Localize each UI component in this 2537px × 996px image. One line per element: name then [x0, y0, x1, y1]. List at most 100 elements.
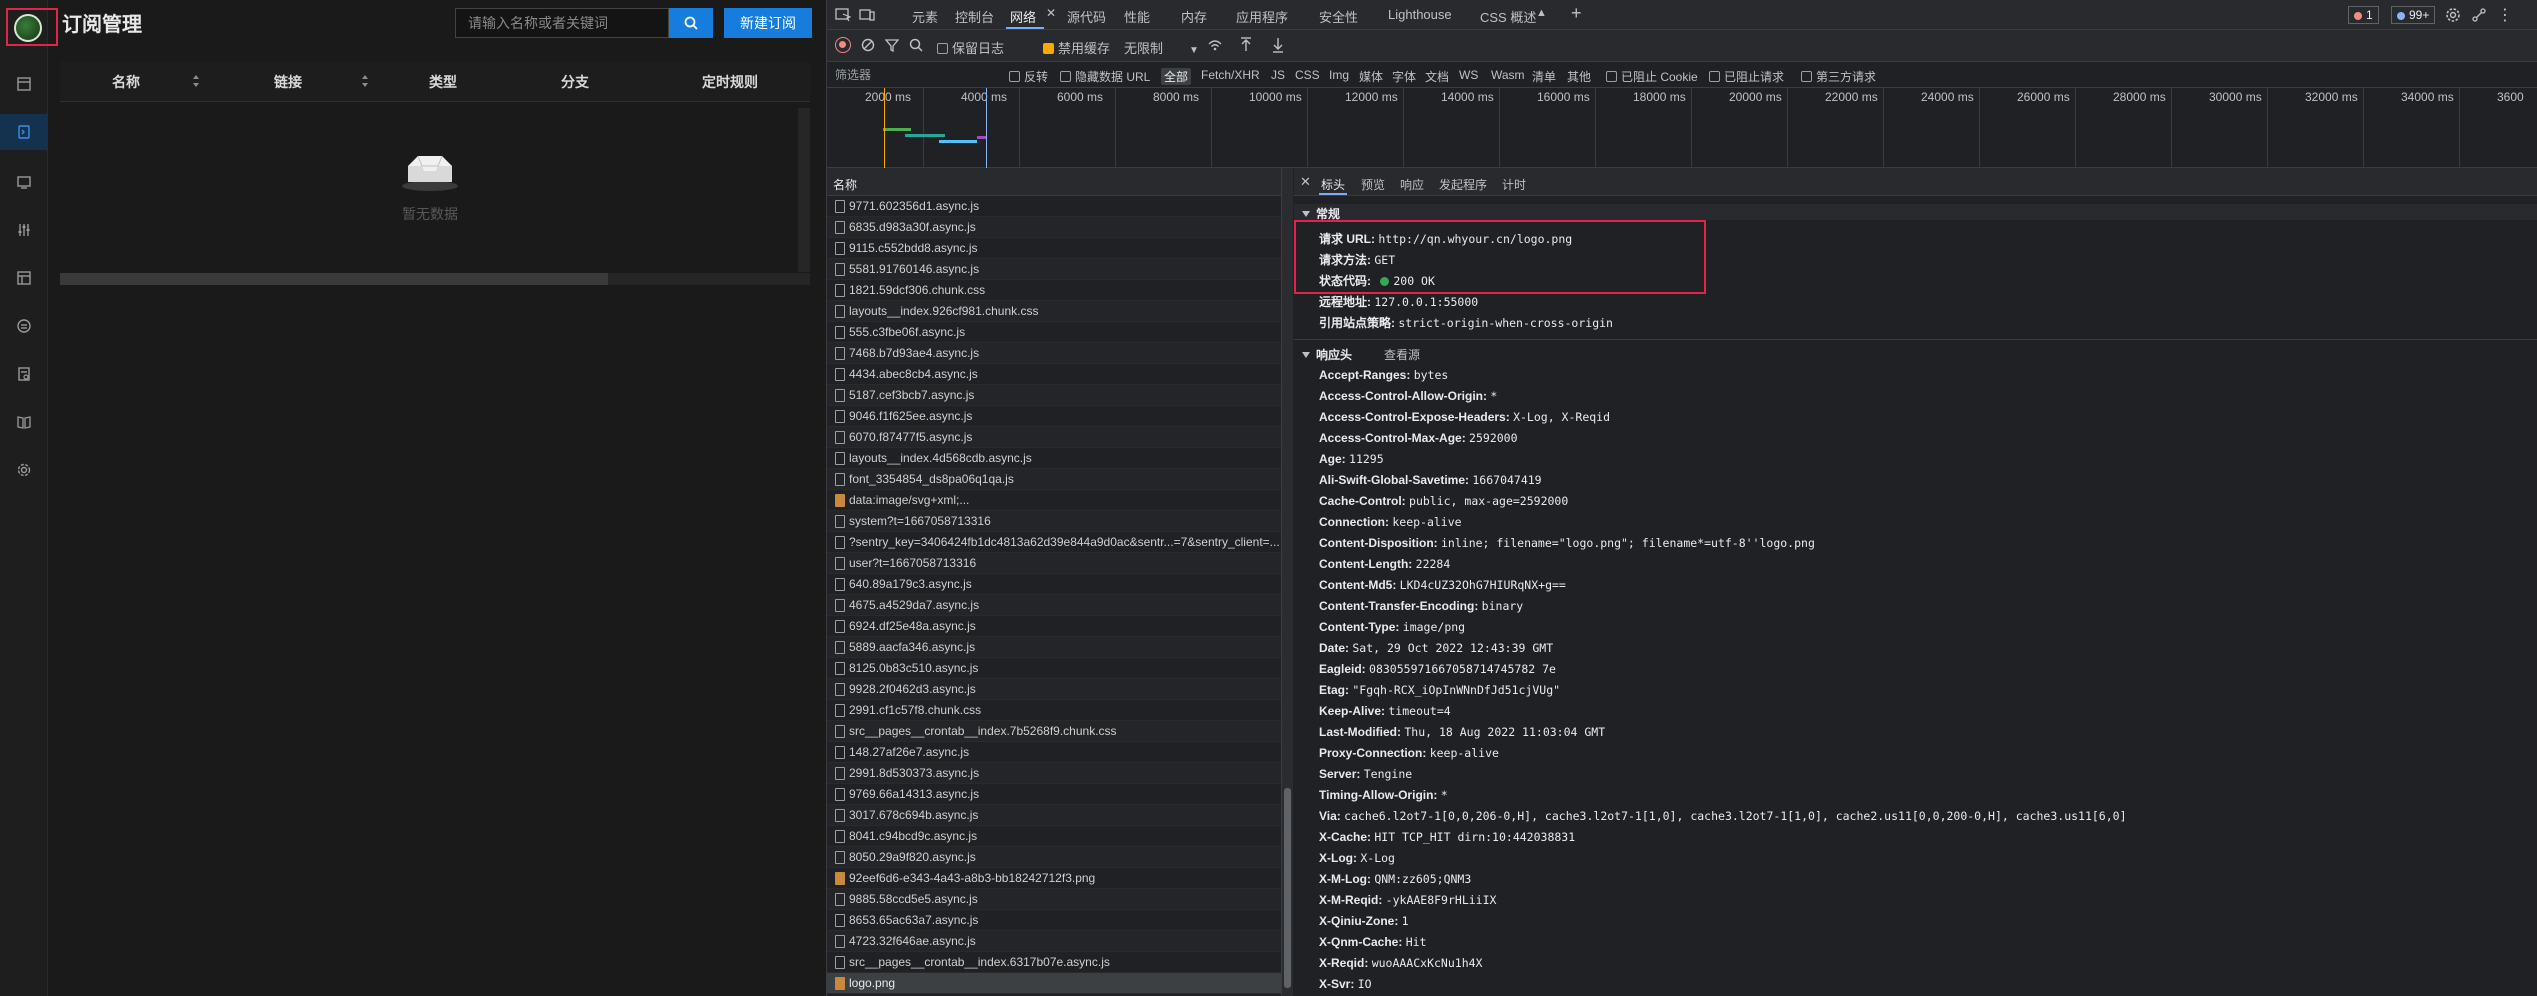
filter-type-manifest[interactable]: 清单: [1532, 68, 1556, 85]
third-party-checkbox[interactable]: 第三方请求: [1801, 68, 1876, 85]
filter-type-fetch[interactable]: Fetch/XHR: [1201, 68, 1260, 82]
tab-response[interactable]: 响应: [1400, 176, 1424, 193]
request-row[interactable]: 5187.cef3bcb7.async.js: [827, 385, 1281, 406]
gear-icon[interactable]: [2445, 7, 2461, 23]
request-row[interactable]: 1821.59dcf306.chunk.css: [827, 280, 1281, 301]
tab-performance[interactable]: 性能: [1124, 7, 1150, 26]
filter-type-img[interactable]: Img: [1329, 68, 1349, 82]
issue-count-badge[interactable]: 99+: [2391, 6, 2436, 24]
filter-type-font[interactable]: 字体: [1392, 68, 1416, 85]
preserve-log-checkbox[interactable]: 保留日志: [937, 38, 1004, 57]
sort-icon[interactable]: [192, 74, 200, 88]
nav-settings-icon[interactable]: [0, 452, 48, 488]
device-toolbar-icon[interactable]: [859, 7, 875, 23]
filter-type-other[interactable]: 其他: [1567, 68, 1591, 85]
import-har-icon[interactable]: [1239, 37, 1253, 53]
inspect-element-icon[interactable]: [835, 8, 851, 22]
request-row[interactable]: 3017.678c694b.async.js: [827, 805, 1281, 826]
request-list-scrollbar[interactable]: [1281, 168, 1293, 996]
tab-headers[interactable]: 标头: [1321, 176, 1345, 193]
nav-docs-icon[interactable]: [0, 404, 48, 440]
close-icon[interactable]: ✕: [1300, 174, 1311, 190]
more-tabs-icon[interactable]: +: [1571, 3, 1582, 24]
disable-cache-checkbox[interactable]: 禁用缓存: [1043, 38, 1110, 57]
export-har-icon[interactable]: [1271, 37, 1285, 53]
tab-console[interactable]: 控制台: [955, 7, 994, 26]
request-row[interactable]: layouts__index.4d568cdb.async.js: [827, 448, 1281, 469]
clear-icon[interactable]: [861, 38, 875, 52]
more-options-icon[interactable]: ⋮: [2497, 5, 2513, 25]
request-row[interactable]: ?sentry_key=3406424fb1dc4813a62d39e844a9…: [827, 532, 1281, 553]
record-icon[interactable]: [835, 37, 851, 53]
request-row[interactable]: 4675.a4529da7.async.js: [827, 595, 1281, 616]
tab-lighthouse[interactable]: Lighthouse: [1388, 7, 1452, 22]
horizontal-scrollbar-thumb[interactable]: [60, 273, 608, 285]
close-tab-icon[interactable]: ✕: [1046, 6, 1056, 20]
nav-dependency-icon[interactable]: [0, 308, 48, 344]
request-row[interactable]: 9885.58ccd5e5.async.js: [827, 889, 1281, 910]
request-row[interactable]: 4723.32f646ae.async.js: [827, 931, 1281, 952]
filter-type-media[interactable]: 媒体: [1359, 68, 1383, 85]
request-row[interactable]: 2991.cf1c57f8.chunk.css: [827, 700, 1281, 721]
tab-elements[interactable]: 元素: [912, 7, 938, 26]
request-row[interactable]: 92eef6d6-e343-4a43-a8b3-bb18242712f3.png: [827, 868, 1281, 889]
request-row[interactable]: data:image/svg+xml;...: [827, 490, 1281, 511]
nav-dashboard-icon[interactable]: [0, 66, 48, 102]
nav-subscription-icon[interactable]: [0, 114, 48, 150]
blocked-requests-checkbox[interactable]: 已阻止请求: [1709, 68, 1784, 85]
request-row[interactable]: 8050.29a9f820.async.js: [827, 847, 1281, 868]
request-row[interactable]: src__pages__crontab__index.6317b07e.asyn…: [827, 952, 1281, 973]
search-icon[interactable]: [909, 38, 923, 52]
tab-memory[interactable]: 内存: [1181, 7, 1207, 26]
request-list-header[interactable]: 名称: [827, 168, 1281, 196]
tab-network[interactable]: 网络: [1010, 7, 1036, 26]
search-button[interactable]: [669, 8, 713, 38]
request-row[interactable]: font_3354854_ds8pa06q1qa.js: [827, 469, 1281, 490]
request-row[interactable]: 8125.0b83c510.async.js: [827, 658, 1281, 679]
error-count-badge[interactable]: 1: [2348, 6, 2379, 24]
nav-env-icon[interactable]: [0, 164, 48, 200]
filter-type-doc[interactable]: 文档: [1425, 68, 1449, 85]
request-row[interactable]: 8041.c94bcd9c.async.js: [827, 826, 1281, 847]
tab-preview[interactable]: 预览: [1361, 176, 1385, 193]
request-row[interactable]: 6070.f87477f5.async.js: [827, 427, 1281, 448]
vertical-scrollbar[interactable]: [798, 108, 810, 272]
request-row[interactable]: 4434.abec8cb4.async.js: [827, 364, 1281, 385]
request-row[interactable]: 148.27af26e7.async.js: [827, 742, 1281, 763]
request-row[interactable]: 5581.91760146.async.js: [827, 259, 1281, 280]
new-subscription-button[interactable]: 新建订阅: [724, 8, 812, 38]
tab-initiator[interactable]: 发起程序: [1439, 176, 1487, 193]
request-row[interactable]: 9046.f1f625ee.async.js: [827, 406, 1281, 427]
network-overview-timeline[interactable]: 2000 ms 4000 ms 6000 ms 8000 ms 10000 ms 1200…: [827, 88, 2537, 168]
request-row[interactable]: layouts__index.926cf981.chunk.css: [827, 301, 1281, 322]
request-row[interactable]: 9928.2f0462d3.async.js: [827, 679, 1281, 700]
request-row[interactable]: logo.png: [827, 973, 1281, 994]
hide-data-urls-checkbox[interactable]: 隐藏数据 URL: [1060, 68, 1150, 85]
request-row[interactable]: 555.c3fbe06f.async.js: [827, 322, 1281, 343]
request-row[interactable]: 9771.602356d1.async.js: [827, 196, 1281, 217]
tab-security[interactable]: 安全性: [1319, 7, 1358, 26]
filter-type-ws[interactable]: WS: [1459, 68, 1478, 82]
wifi-conditions-icon[interactable]: [1207, 38, 1223, 52]
search-input[interactable]: 请输入名称或者关键词: [455, 8, 669, 38]
request-row[interactable]: 9769.66a14313.async.js: [827, 784, 1281, 805]
tab-css-overview[interactable]: CSS 概述: [1480, 7, 1536, 26]
column-name[interactable]: 名称: [112, 72, 140, 92]
tab-timing[interactable]: 计时: [1502, 176, 1526, 193]
view-source-link[interactable]: 查看源: [1384, 346, 1420, 363]
request-row[interactable]: 8653.65ac63a7.async.js: [827, 910, 1281, 931]
nav-script-icon[interactable]: [0, 260, 48, 296]
filter-type-all[interactable]: 全部: [1161, 68, 1192, 85]
sort-icon[interactable]: [361, 74, 369, 88]
nav-log-icon[interactable]: [0, 356, 48, 392]
invert-checkbox[interactable]: 反转: [1009, 68, 1048, 85]
request-row[interactable]: 2991.8d530373.async.js: [827, 763, 1281, 784]
response-headers-toggle[interactable]: 响应头: [1302, 346, 1352, 363]
request-row[interactable]: 6835.d983a30f.async.js: [827, 217, 1281, 238]
tab-sources[interactable]: 源代码: [1067, 7, 1106, 26]
nav-config-icon[interactable]: [0, 212, 48, 248]
request-row[interactable]: 6924.df25e48a.async.js: [827, 616, 1281, 637]
column-link[interactable]: 链接: [274, 72, 302, 92]
request-row[interactable]: 5889.aacfa346.async.js: [827, 637, 1281, 658]
request-row[interactable]: src__pages__crontab__index.7b5268f9.chun…: [827, 721, 1281, 742]
